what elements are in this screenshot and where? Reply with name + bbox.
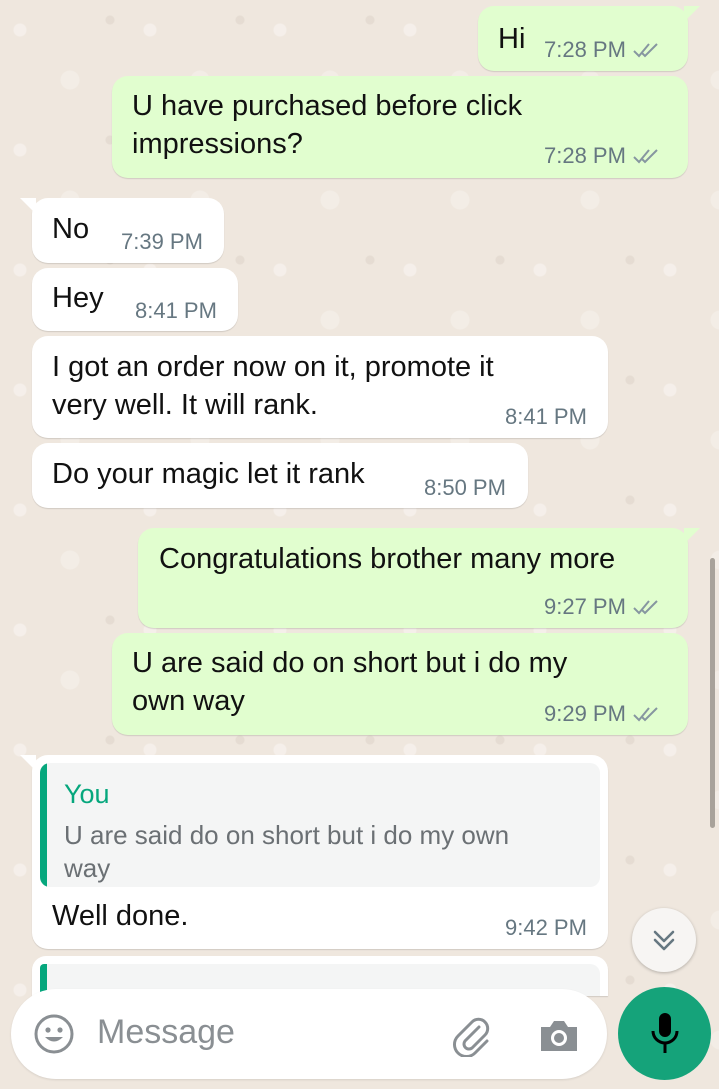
message-time: 7:28 PM: [544, 37, 626, 62]
bubble-tail: [20, 198, 36, 214]
scroll-to-bottom-button[interactable]: [632, 908, 696, 972]
message-time: 8:41 PM: [135, 298, 217, 323]
scrollbar[interactable]: [710, 558, 715, 828]
message-text-line: I got an order now on it, promote it: [52, 351, 494, 383]
message-text: Do your magic let it rank: [52, 458, 365, 490]
message-text: No: [52, 213, 90, 245]
message-bubble-outgoing[interactable]: U are said do on short but i do my own w…: [112, 633, 688, 735]
message-text: Hey: [52, 282, 104, 314]
quote-text: U are said do on short but i do my own w…: [64, 820, 510, 883]
message-bubble-incoming[interactable]: Do your magic let it rank 8:50 PM: [32, 443, 528, 508]
message-meta: 9:27 PM: [544, 594, 662, 620]
message-time: 9:27 PM: [544, 594, 626, 619]
message-bubble-incoming[interactable]: No 7:39 PM: [20, 198, 224, 263]
emoji-button[interactable]: [29, 1009, 79, 1059]
message-time: 7:39 PM: [121, 229, 203, 254]
attach-button[interactable]: [445, 1009, 497, 1061]
camera-icon: [541, 1021, 577, 1051]
message-bubble-outgoing[interactable]: Hi 7:28 PM: [478, 6, 700, 71]
message-text: Hi: [498, 23, 526, 55]
quote-accent-bar: [40, 763, 47, 887]
message-meta: 9:29 PM: [544, 701, 662, 727]
bubble-tail: [20, 755, 36, 771]
message-bubble-outgoing[interactable]: U have purchased before click impression…: [112, 76, 688, 178]
quoted-message[interactable]: You U are said do on short but i do my o…: [40, 763, 600, 887]
message-text-line: U have purchased before click: [132, 90, 523, 122]
double-check-icon: [633, 43, 658, 58]
message-time: 8:50 PM: [424, 475, 506, 500]
message-meta: 7:28 PM: [544, 143, 662, 169]
message-meta: 7:28 PM: [544, 37, 662, 63]
message-time: 9:42 PM: [505, 915, 587, 940]
camera-button[interactable]: [533, 1009, 585, 1061]
bubble-tail: [684, 528, 700, 544]
chevron-double-down-icon: [653, 930, 675, 951]
double-check-icon: [633, 600, 658, 615]
message-text-line: own way: [132, 685, 245, 717]
double-check-icon: [633, 149, 658, 164]
message-bubble-incoming[interactable]: Hey 8:41 PM: [32, 268, 238, 331]
message-composer[interactable]: Message: [11, 989, 607, 1079]
message-time: 7:28 PM: [544, 143, 626, 168]
message-bubble-incoming-reply[interactable]: You U are said do on short but i do my o…: [20, 755, 608, 949]
voice-message-button[interactable]: [618, 987, 711, 1080]
microphone-icon: [651, 1012, 678, 1053]
message-text-line: very well. It will rank.: [52, 389, 318, 421]
message-text-line: impressions?: [132, 128, 303, 160]
paperclip-icon: [453, 1017, 490, 1057]
message-bubble-incoming[interactable]: I got an order now on it, promote it ver…: [32, 336, 608, 438]
message-text-line: U are said do on short but i do my: [132, 647, 568, 679]
bubble-tail: [684, 6, 700, 22]
quote-author: You: [64, 779, 110, 809]
message-input[interactable]: Message: [97, 1013, 235, 1052]
emoji-icon: [34, 1014, 74, 1054]
message-text: Well done.: [52, 900, 189, 932]
double-check-icon: [633, 707, 658, 722]
message-time: 9:29 PM: [544, 701, 626, 726]
message-text: Congratulations brother many more: [159, 543, 616, 575]
message-time: 8:41 PM: [505, 404, 587, 429]
message-bubble-outgoing[interactable]: Congratulations brother many more 9:27 P…: [138, 528, 700, 628]
